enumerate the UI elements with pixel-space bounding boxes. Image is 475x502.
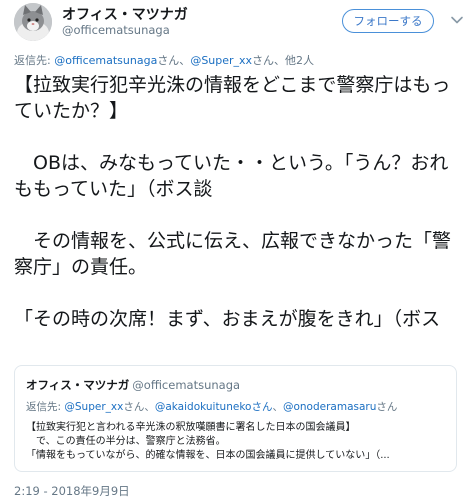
quote-header: オフィス・マツナガ @officematsunaga <box>26 377 240 393</box>
reply-link-officematsunaga[interactable]: @officematsunaga <box>54 54 157 67</box>
reply-prefix: 返信先: <box>14 54 51 67</box>
quote-reply-link-akaidokuituneko[interactable]: @akaidokuitunekoさん <box>155 401 273 413</box>
quote-text-line-1: 【拉致実行犯と言われる辛光洙の釈放嘆願書に署名した日本の国会議員】 <box>26 422 356 433</box>
quote-author-name: オフィス・マツナガ <box>26 378 130 392</box>
tweet-paragraph-3: その情報を、公式に伝え、広報できなかった「警察庁」の責任。 <box>14 230 452 278</box>
quote-reply-context: 返信先: @Super_xxさん、@akaidokuitunekoさん、@ono… <box>26 399 397 414</box>
quote-text-line-2: で、この責任の半分は、警察庁と法務省。 <box>26 436 226 447</box>
quote-reply-sep: さん、 <box>123 401 155 413</box>
tweet-paragraph-2: OBは、みなもっていた・・という。「うん？おれももっていた」（ボス談 <box>14 152 449 200</box>
quote-text: 【拉致実行犯と言われる辛光洙の釈放嘆願書に署名した日本の国会議員】 で、この責任… <box>26 421 446 463</box>
quote-reply-prefix: 返信先: <box>26 401 62 413</box>
cat-avatar-icon <box>14 3 52 41</box>
avatar[interactable] <box>14 3 52 41</box>
quote-text-line-3: 「情報をもっていながら、的確な情報を、日本の国会議員に提供していない」（... <box>26 450 390 461</box>
tweet-paragraph-4: 「その時の次席！まず、おまえが腹をきれ」（ボス <box>14 308 441 330</box>
tweet-paragraph-1: 【拉致実行犯辛光洙の情報をどこまで警察庁はもっていたか？】 <box>14 74 451 122</box>
reply-link-super-xx[interactable]: @Super_xx <box>190 54 252 67</box>
author-handle[interactable]: @officematsunaga <box>62 23 170 37</box>
quote-reply-suffix: さん <box>376 401 398 413</box>
reply-suffix: さん、 <box>157 54 191 67</box>
tweet-text: 【拉致実行犯辛光洙の情報をどこまで警察庁はもっていたか？】 OBは、みなもってい… <box>14 72 464 332</box>
tweet: オフィス・マツナガ @officematsunaga フォローする 返信先: @… <box>0 0 475 502</box>
quote-reply-sep-2: 、 <box>272 401 283 413</box>
quoted-tweet[interactable]: オフィス・マツナガ @officematsunaga 返信先: @Super_xx… <box>14 365 457 472</box>
quote-reply-link-onoderamasaru[interactable]: @onoderamasaru <box>283 401 376 413</box>
reply-suffix-others: さん、他2人 <box>252 54 315 67</box>
follow-button[interactable]: フォローする <box>342 9 434 33</box>
timestamp[interactable]: 2:19 - 2018年9月9日 <box>14 483 130 499</box>
chevron-down-icon[interactable] <box>450 12 464 26</box>
quote-author-handle: @officematsunaga <box>132 378 241 392</box>
author-name[interactable]: オフィス・マツナガ <box>62 4 188 24</box>
quote-reply-link-super-xx[interactable]: @Super_xx <box>64 401 123 413</box>
reply-context: 返信先: @officematsunagaさん、@Super_xxさん、他2人 <box>14 52 314 68</box>
